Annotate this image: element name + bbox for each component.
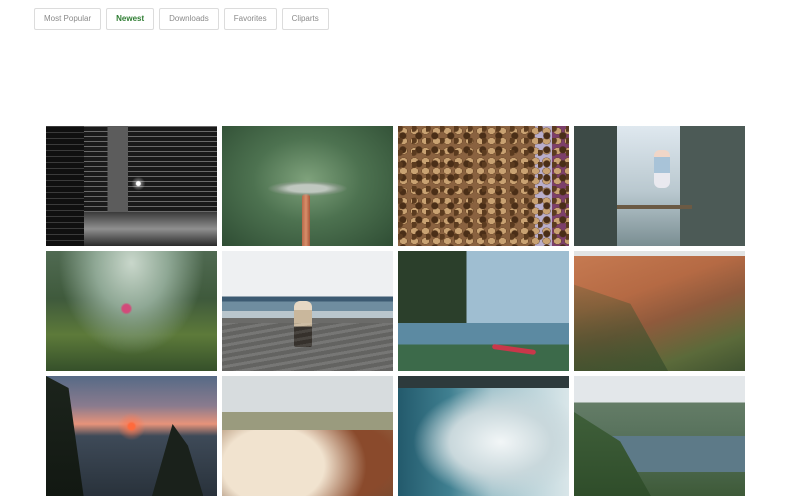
image-thumbnail-lake-kayak[interactable]	[398, 251, 569, 371]
image-thumbnail-waterfall[interactable]	[398, 376, 569, 496]
image-thumbnail-night-city[interactable]	[46, 126, 217, 246]
tab-most-popular[interactable]: Most Popular	[34, 8, 102, 30]
sort-tabs: Most Popular Newest Downloads Favorites …	[34, 8, 329, 30]
tab-newest[interactable]: Newest	[106, 8, 155, 30]
image-thumbnail-beach-rider[interactable]	[222, 251, 393, 371]
tab-favorites[interactable]: Favorites	[223, 8, 277, 30]
image-thumbnail-fjord[interactable]	[574, 376, 745, 496]
image-thumbnail-seeds[interactable]	[398, 126, 569, 246]
tab-cliparts[interactable]: Cliparts	[281, 8, 329, 30]
image-thumbnail-red-canyon[interactable]	[574, 251, 745, 371]
image-thumbnail-dragonfly[interactable]	[222, 126, 393, 246]
image-thumbnail-sunset-canyon[interactable]	[46, 376, 217, 496]
image-thumbnail-swing-waterfall[interactable]	[574, 126, 745, 246]
page: Most Popular Newest Downloads Favorites …	[0, 0, 800, 500]
image-thumbnail-horses[interactable]	[222, 376, 393, 496]
image-grid	[46, 126, 746, 496]
image-thumbnail-jungle-hammock[interactable]	[46, 251, 217, 371]
tab-downloads[interactable]: Downloads	[159, 8, 219, 30]
